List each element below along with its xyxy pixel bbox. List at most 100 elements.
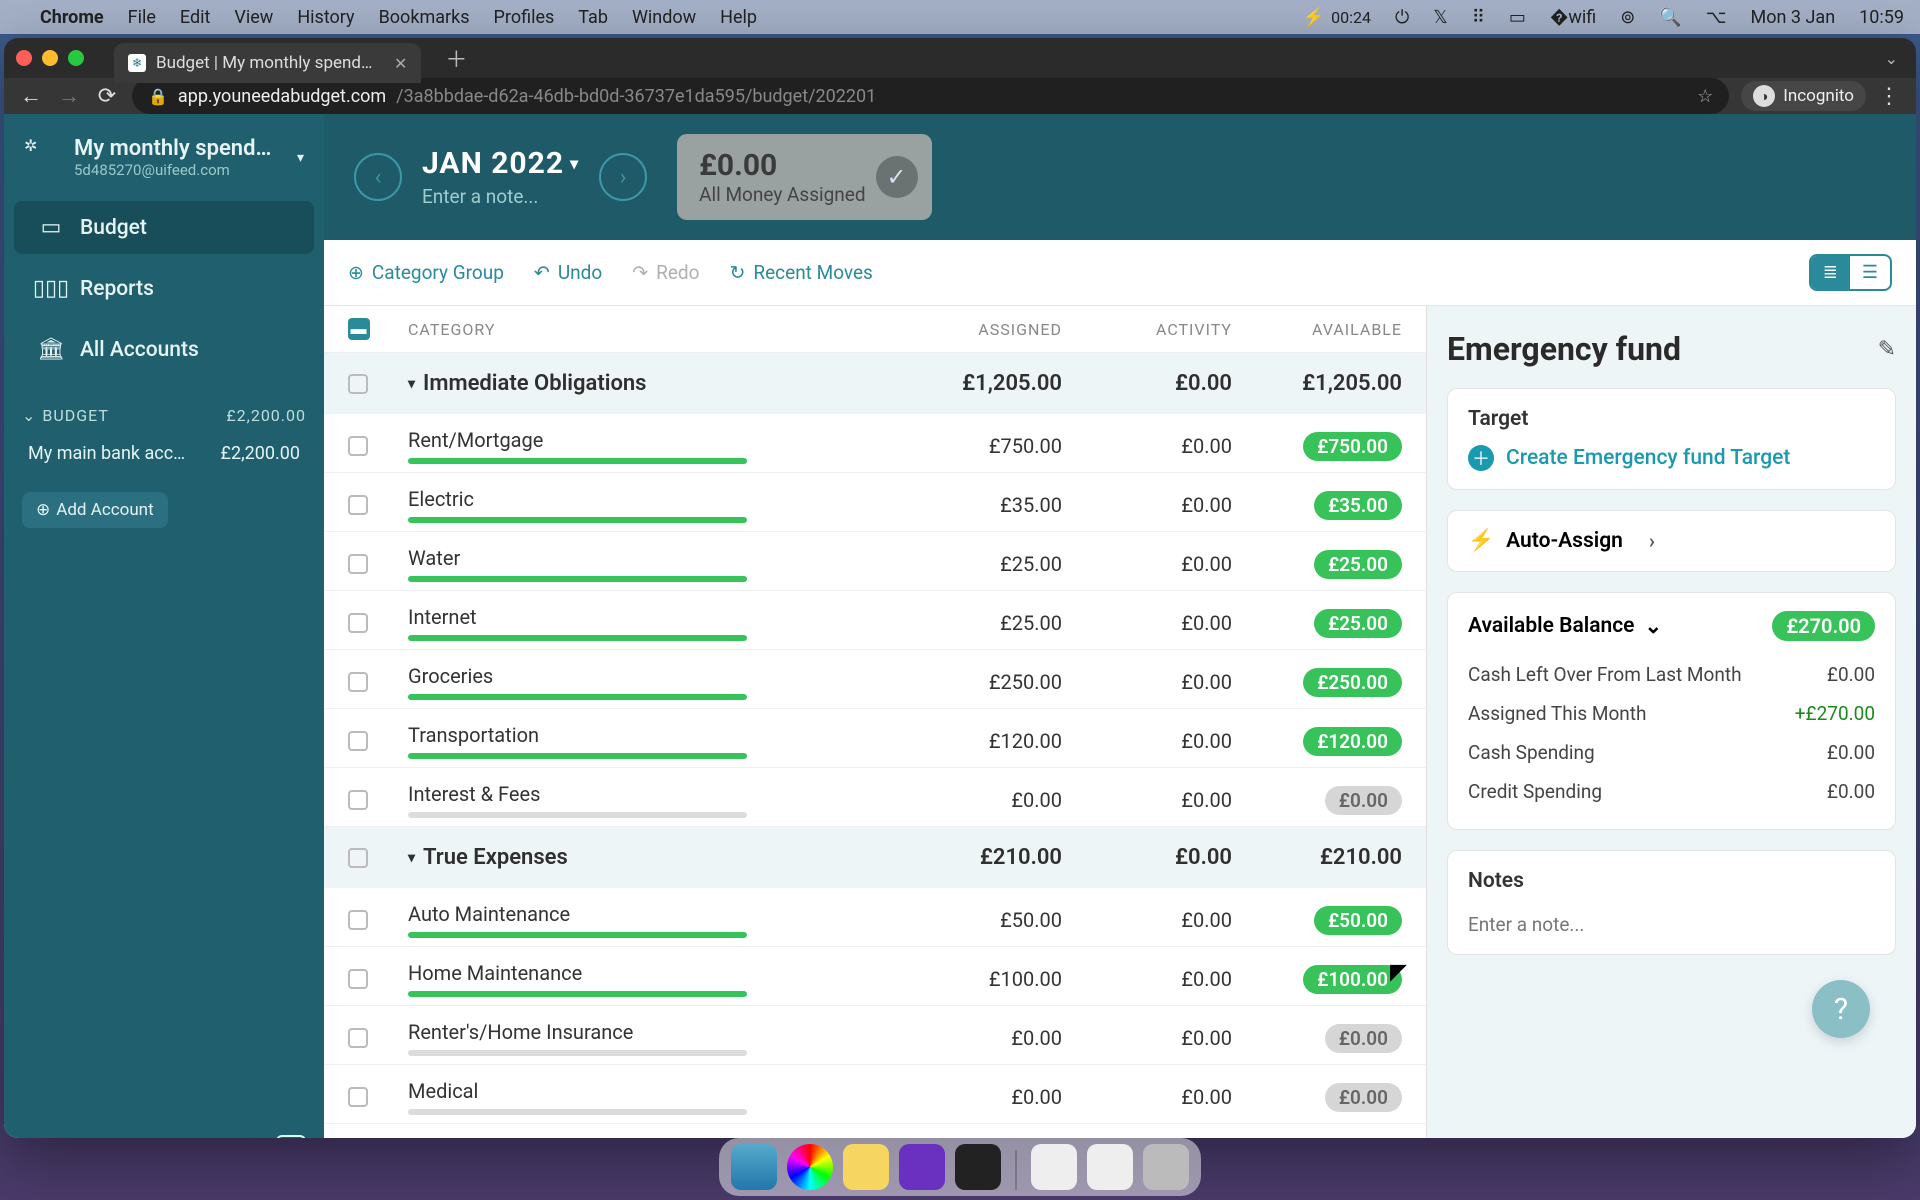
row-checkbox[interactable] bbox=[348, 1028, 368, 1048]
assigned-value[interactable]: £0.00 bbox=[892, 1026, 1062, 1050]
category-row[interactable]: Electric £35.00 £0.00 £35.00 bbox=[324, 473, 1426, 532]
row-checkbox[interactable] bbox=[348, 495, 368, 515]
available-pill[interactable]: £50.00 bbox=[1314, 906, 1402, 935]
dock-doc1-icon[interactable] bbox=[1031, 1144, 1077, 1190]
sidebar-item-budget[interactable]: ▭ Budget bbox=[14, 201, 314, 254]
dock-doc2-icon[interactable] bbox=[1087, 1144, 1133, 1190]
category-row[interactable]: Transportation £120.00 £0.00 £120.00 bbox=[324, 709, 1426, 768]
control-center-icon[interactable]: ⊚ bbox=[1620, 7, 1635, 28]
category-row[interactable]: Water £25.00 £0.00 £25.00 bbox=[324, 532, 1426, 591]
menu-bookmarks[interactable]: Bookmarks bbox=[379, 7, 470, 28]
category-row[interactable]: Renter's/Home Insurance £0.00 £0.00 £0.0… bbox=[324, 1006, 1426, 1065]
assigned-value[interactable]: £25.00 bbox=[892, 552, 1062, 576]
available-pill[interactable]: £250.00 bbox=[1303, 668, 1402, 697]
available-pill[interactable]: £0.00 bbox=[1325, 786, 1402, 815]
available-pill[interactable]: £0.00 bbox=[1325, 1024, 1402, 1053]
row-checkbox[interactable] bbox=[348, 969, 368, 989]
auto-assign-card[interactable]: ⚡ Auto-Assign › bbox=[1447, 510, 1896, 572]
menu-edit[interactable]: Edit bbox=[180, 7, 210, 28]
minimize-window-button[interactable] bbox=[42, 50, 58, 66]
row-checkbox[interactable] bbox=[348, 554, 368, 574]
row-checkbox[interactable] bbox=[348, 436, 368, 456]
reload-button[interactable]: ⟳ bbox=[94, 84, 120, 109]
group-checkbox[interactable] bbox=[348, 848, 368, 868]
add-category-group-button[interactable]: ⊕Category Group bbox=[348, 261, 504, 284]
row-checkbox[interactable] bbox=[348, 613, 368, 633]
browser-tab[interactable]: ❄ Budget | My monthly spending ✕ bbox=[114, 43, 421, 83]
incognito-badge[interactable]: ◑ Incognito bbox=[1741, 81, 1866, 111]
available-pill[interactable]: £100.00 bbox=[1303, 965, 1402, 994]
menu-profiles[interactable]: Profiles bbox=[494, 7, 555, 28]
sidebar-item-reports[interactable]: ▯▯▯ Reports bbox=[14, 262, 314, 315]
category-row[interactable]: Clothing £0.00 £0.00 £0.00 bbox=[324, 1124, 1426, 1138]
dock-finder-icon[interactable] bbox=[731, 1144, 777, 1190]
spotlight-icon[interactable]: 🔍 bbox=[1659, 7, 1681, 28]
month-note-input[interactable]: Enter a note... bbox=[422, 185, 579, 208]
group-checkbox[interactable] bbox=[348, 374, 368, 394]
undo-button[interactable]: ↶Undo bbox=[534, 261, 602, 284]
menubar-app-name[interactable]: Chrome bbox=[40, 7, 104, 28]
create-target-button[interactable]: ＋ Create Emergency fund Target bbox=[1468, 445, 1875, 471]
category-row[interactable]: Interest & Fees £0.00 £0.00 £0.00 bbox=[324, 768, 1426, 827]
help-fab-button[interactable]: ? bbox=[1812, 980, 1870, 1038]
chevron-down-icon[interactable]: ⌄ bbox=[1644, 614, 1662, 639]
assigned-value[interactable]: £0.00 bbox=[892, 1085, 1062, 1109]
menu-help[interactable]: Help bbox=[720, 7, 757, 28]
available-pill[interactable]: £120.00 bbox=[1303, 727, 1402, 756]
dock-notes-icon[interactable] bbox=[843, 1144, 889, 1190]
assigned-value[interactable]: £35.00 bbox=[892, 493, 1062, 517]
budget-switcher[interactable]: ✲ My monthly spend… 5d485270@uifeed.com … bbox=[4, 132, 324, 197]
collapse-sidebar-button[interactable]: ◀ bbox=[276, 1135, 306, 1138]
available-pill[interactable]: £0.00 bbox=[1325, 1083, 1402, 1112]
dock-app1-icon[interactable] bbox=[899, 1144, 945, 1190]
sidebar-item-accounts[interactable]: 🏛 All Accounts bbox=[14, 323, 314, 376]
category-row[interactable]: Rent/Mortgage £750.00 £0.00 £750.00 bbox=[324, 414, 1426, 473]
select-all-checkbox[interactable]: ▬ bbox=[348, 318, 370, 340]
chrome-menu-icon[interactable]: ⋮ bbox=[1878, 84, 1902, 109]
month-picker[interactable]: JAN 2022▾ bbox=[422, 146, 579, 181]
menu-tab[interactable]: Tab bbox=[578, 7, 608, 28]
assigned-value[interactable]: £0.00 bbox=[892, 788, 1062, 812]
wifi-icon[interactable]: �wifi bbox=[1550, 7, 1596, 28]
row-checkbox[interactable] bbox=[348, 731, 368, 751]
category-group-row[interactable]: ▾True Expenses £210.00 £0.00 £210.00 bbox=[324, 827, 1426, 888]
assigned-value[interactable]: £25.00 bbox=[892, 611, 1062, 635]
category-row[interactable]: Home Maintenance £100.00 £0.00 £100.00 bbox=[324, 947, 1426, 1006]
forward-button[interactable]: → bbox=[56, 83, 82, 109]
status-x-icon[interactable]: 𝕏 bbox=[1433, 7, 1448, 28]
redo-button[interactable]: ↷Redo bbox=[632, 261, 699, 284]
close-window-button[interactable] bbox=[16, 50, 32, 66]
menu-file[interactable]: File bbox=[128, 7, 156, 28]
category-row[interactable]: Auto Maintenance £50.00 £0.00 £50.00 bbox=[324, 888, 1426, 947]
available-pill[interactable]: £35.00 bbox=[1314, 491, 1402, 520]
assigned-value[interactable]: £120.00 bbox=[892, 729, 1062, 753]
assigned-value[interactable]: £100.00 bbox=[892, 967, 1062, 991]
recent-moves-button[interactable]: ↻Recent Moves bbox=[729, 261, 872, 284]
menubar-clock[interactable]: 10:59 bbox=[1859, 7, 1904, 28]
tab-close-icon[interactable]: ✕ bbox=[394, 54, 407, 73]
assigned-value[interactable]: £250.00 bbox=[892, 670, 1062, 694]
dock-chrome-icon[interactable] bbox=[787, 1144, 833, 1190]
battery-icon[interactable]: ▭ bbox=[1509, 7, 1526, 28]
status-fast-icon[interactable]: ⏻ bbox=[1395, 7, 1409, 28]
sidebar-account[interactable]: My main bank acc… £2,200.00 bbox=[4, 433, 324, 474]
lock-icon[interactable]: 🔒 bbox=[148, 87, 168, 106]
address-bar[interactable]: 🔒 app.youneedabudget.com/3a8bbdae-d62a-4… bbox=[132, 78, 1729, 114]
available-pill[interactable]: £25.00 bbox=[1314, 550, 1402, 579]
menu-view[interactable]: View bbox=[234, 7, 273, 28]
category-group-row[interactable]: ▾Immediate Obligations £1,205.00 £0.00 £… bbox=[324, 353, 1426, 414]
row-checkbox[interactable] bbox=[348, 910, 368, 930]
sidebar-section-budget[interactable]: ⌄BUDGET £2,200.00 bbox=[4, 380, 324, 433]
view-list-button[interactable]: ☰ bbox=[1850, 256, 1890, 289]
menubar-date[interactable]: Mon 3 Jan bbox=[1751, 7, 1836, 28]
dock-trash-icon[interactable] bbox=[1143, 1144, 1189, 1190]
category-row[interactable]: Medical £0.00 £0.00 £0.00 bbox=[324, 1065, 1426, 1124]
status-misc-icon[interactable]: ⠿ bbox=[1472, 7, 1485, 28]
assigned-value[interactable]: £750.00 bbox=[892, 434, 1062, 458]
assigned-value[interactable]: £50.00 bbox=[892, 908, 1062, 932]
dock-terminal-icon[interactable] bbox=[955, 1144, 1001, 1190]
edit-icon[interactable]: ✎ bbox=[1878, 337, 1896, 362]
prev-month-button[interactable]: ‹ bbox=[354, 153, 402, 201]
view-compact-button[interactable]: ≣ bbox=[1811, 256, 1850, 289]
category-row[interactable]: Groceries £250.00 £0.00 £250.00 bbox=[324, 650, 1426, 709]
